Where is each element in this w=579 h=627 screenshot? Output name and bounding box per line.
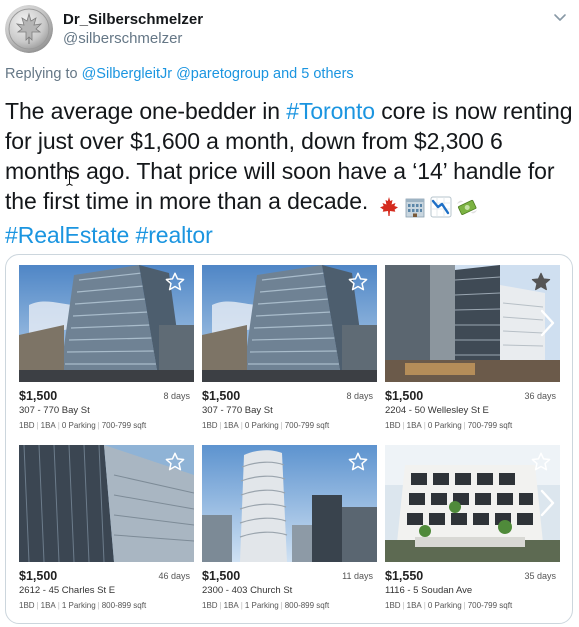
listing-price: $1,500 (19, 389, 58, 403)
canada-flag-emoji (377, 195, 401, 219)
next-photo-arrow-icon[interactable] (536, 307, 558, 339)
spec-bedrooms: 1BD (385, 601, 401, 610)
next-photo-arrow-icon[interactable] (536, 487, 558, 519)
text-cursor-icon (66, 170, 73, 186)
listing-card[interactable]: $1,500 11 days 2300 - 403 Church St 1BD |… (202, 445, 377, 615)
spec-bedrooms: 1BD (202, 421, 218, 430)
spec-sqft: 800-899 sqft (284, 601, 330, 610)
spec-sqft: 700-799 sqft (101, 421, 147, 430)
listing-address: 2204 - 50 Wellesley St E (385, 405, 489, 416)
listing-card[interactable]: $1,550 35 days 1116 - 5 Soudan Ave 1BD | 1… (385, 445, 560, 615)
favorite-star-icon[interactable] (530, 451, 552, 473)
chart-decreasing-emoji (429, 195, 453, 219)
avatar[interactable] (5, 5, 53, 53)
spec-bedrooms: 1BD (19, 601, 35, 610)
listing-price: $1,500 (202, 569, 241, 583)
listing-photo[interactable] (19, 265, 194, 382)
tweet-text: The average one-bedder in #Toronto core … (5, 96, 575, 250)
money-with-wings-emoji (455, 195, 479, 219)
favorite-star-icon[interactable] (347, 451, 369, 473)
spec-bedrooms: 1BD (19, 421, 35, 430)
listing-days: 36 days (524, 391, 556, 401)
spec-bedrooms: 1BD (385, 421, 401, 430)
spec-bathrooms: 1BA (406, 421, 422, 430)
spec-parking: 0 Parking (427, 421, 462, 430)
listing-price: $1,500 (19, 569, 58, 583)
emoji-group (375, 190, 479, 220)
spec-bedrooms: 1BD (202, 601, 218, 610)
favorite-star-icon[interactable] (164, 451, 186, 473)
spec-sqft: 700-799 sqft (467, 601, 513, 610)
favorite-star-icon[interactable] (164, 271, 186, 293)
office-building-emoji (403, 195, 427, 219)
favorite-star-icon[interactable] (347, 271, 369, 293)
listing-specs: 1BD | 1BA | 1 Parking | 800-899 sqft (202, 601, 330, 610)
spec-bathrooms: 1BA (40, 421, 56, 430)
spec-parking: 0 Parking (427, 601, 462, 610)
listing-specs: 1BD | 1BA | 1 Parking | 800-899 sqft (19, 601, 147, 610)
listing-address: 1116 - 5 Soudan Ave (385, 585, 473, 596)
tweet-header: Dr_Silberschmelzer @silberschmelzer (5, 5, 574, 55)
spec-parking: 0 Parking (244, 421, 279, 430)
spec-bathrooms: 1BA (223, 601, 239, 610)
listing-days: 8 days (163, 391, 190, 401)
replying-to-label: Replying to (5, 66, 78, 82)
favorite-star-icon[interactable] (530, 271, 552, 293)
spec-parking: 0 Parking (61, 421, 96, 430)
replying-to-line: Replying to @SilbergleitJr @paretogroup … (5, 66, 354, 82)
listing-specs: 1BD | 1BA | 0 Parking | 700-799 sqft (202, 421, 330, 430)
spec-bathrooms: 1BA (223, 421, 239, 430)
listing-card[interactable]: $1,500 8 days 307 - 770 Bay St 1BD | 1BA | 0… (19, 265, 194, 435)
display-name[interactable]: Dr_Silberschmelzer (63, 10, 203, 29)
listing-specs: 1BD | 1BA | 0 Parking | 700-799 sqft (385, 421, 513, 430)
listing-card[interactable]: $1,500 8 days 307 - 770 Bay St 1BD | 1BA | 0… (202, 265, 377, 435)
listing-photo[interactable] (202, 265, 377, 382)
spec-parking: 1 Parking (244, 601, 279, 610)
spec-sqft: 700-799 sqft (284, 421, 330, 430)
listing-price: $1,500 (385, 389, 424, 403)
spec-sqft: 800-899 sqft (101, 601, 147, 610)
listing-card[interactable]: $1,500 46 days 2612 - 45 Charles St E 1B… (19, 445, 194, 615)
listing-photo[interactable] (202, 445, 377, 562)
user-handle[interactable]: @silberschmelzer (63, 29, 203, 48)
tweet-text-part: The average one-bedder in (5, 98, 287, 124)
reply-mentions-link[interactable]: @SilbergleitJr @paretogroup (82, 66, 269, 82)
reply-others-link[interactable]: and 5 others (273, 66, 354, 82)
listing-photo[interactable] (19, 445, 194, 562)
hashtag-realtor-link[interactable]: #realtor (136, 222, 213, 248)
listing-days: 35 days (524, 571, 556, 581)
listing-address: 307 - 770 Bay St (202, 405, 273, 416)
listing-price: $1,500 (202, 389, 241, 403)
chevron-down-icon[interactable] (550, 7, 570, 27)
media-card[interactable]: $1,500 8 days 307 - 770 Bay St 1BD | 1BA | 0… (5, 254, 573, 624)
listing-days: 11 days (342, 571, 373, 581)
listing-address: 2612 - 45 Charles St E (19, 585, 116, 596)
listing-specs: 1BD | 1BA | 0 Parking | 700-799 sqft (19, 421, 147, 430)
spec-bathrooms: 1BA (406, 601, 422, 610)
hashtag-toronto-link[interactable]: #Toronto (286, 98, 375, 124)
spec-bathrooms: 1BA (40, 601, 56, 610)
listing-days: 8 days (346, 391, 373, 401)
listing-photo[interactable] (385, 445, 560, 562)
listing-price: $1,550 (385, 569, 424, 583)
listing-address: 307 - 770 Bay St (19, 405, 90, 416)
spec-parking: 1 Parking (61, 601, 96, 610)
listing-specs: 1BD | 1BA | 0 Parking | 700-799 sqft (385, 601, 513, 610)
spec-sqft: 700-799 sqft (467, 421, 513, 430)
listing-address: 2300 - 403 Church St (202, 585, 293, 596)
listing-photo[interactable] (385, 265, 560, 382)
hashtag-realestate-link[interactable]: #RealEstate (5, 222, 129, 248)
listing-card[interactable]: $1,500 36 days 2204 - 50 Wellesley St E … (385, 265, 560, 435)
listing-days: 46 days (158, 571, 190, 581)
